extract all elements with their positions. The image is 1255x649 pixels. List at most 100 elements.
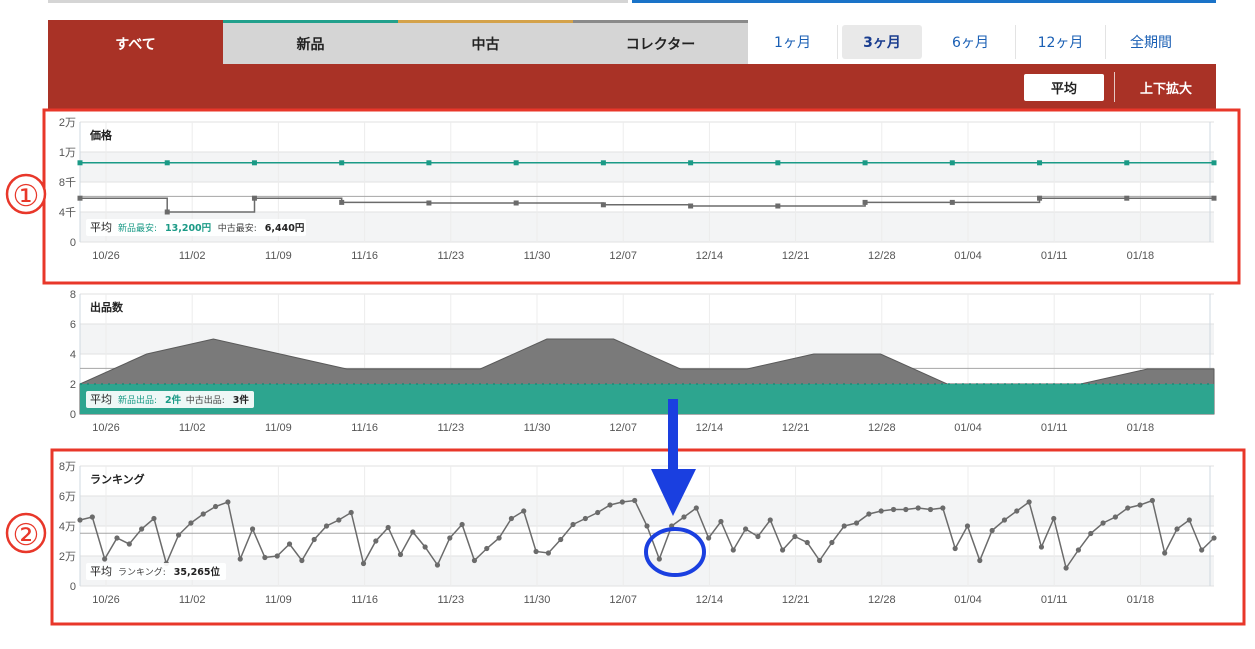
- data-point: [977, 557, 983, 564]
- data-point: [730, 547, 736, 553]
- x-tick-label: 01/11: [1041, 250, 1068, 262]
- x-tick-label: 11/02: [179, 594, 206, 606]
- x-tick-label: 01/04: [954, 250, 982, 262]
- x-tick-label: 11/02: [179, 250, 206, 262]
- x-tick-label: 11/16: [351, 594, 378, 606]
- data-point: [619, 499, 625, 505]
- data-point: [139, 526, 145, 532]
- data-point: [102, 556, 108, 562]
- y-tick-label: 4: [70, 349, 76, 361]
- data-point: [1186, 517, 1192, 523]
- data-point: [286, 541, 293, 547]
- data-point: [570, 521, 576, 528]
- data-point: [225, 499, 231, 505]
- data-point: [775, 203, 781, 209]
- data-point: [1211, 160, 1217, 166]
- data-point: [632, 497, 638, 504]
- data-point: [862, 199, 868, 205]
- data-point: [949, 160, 955, 166]
- average-legend-name: 新品最安:: [118, 222, 157, 234]
- x-tick-label: 11/16: [351, 250, 378, 262]
- data-point: [422, 544, 428, 550]
- x-tick-label: 11/23: [437, 250, 464, 262]
- data-point: [656, 556, 662, 562]
- y-tick-label: 2万: [59, 551, 76, 563]
- plot-band: [80, 122, 1214, 152]
- chart-title: ランキング: [90, 472, 145, 486]
- data-point: [767, 517, 773, 523]
- data-point: [339, 160, 345, 166]
- x-tick-label: 11/30: [524, 250, 551, 262]
- data-point: [853, 520, 860, 526]
- data-point: [77, 195, 83, 201]
- data-point: [804, 539, 810, 546]
- x-tick-label: 11/02: [179, 422, 206, 434]
- x-tick-label: 12/21: [782, 594, 810, 606]
- data-point: [533, 548, 539, 555]
- x-tick-label: 12/21: [782, 422, 810, 434]
- data-point: [718, 518, 724, 525]
- plot-band: [80, 182, 1214, 212]
- data-point: [1100, 520, 1106, 526]
- data-point: [792, 533, 798, 540]
- x-tick-label: 12/14: [696, 422, 724, 434]
- average-legend-value: 35,265位: [174, 566, 221, 578]
- x-tick-label: 11/09: [265, 250, 292, 262]
- chart-title: 出品数: [90, 300, 124, 314]
- data-point: [89, 514, 95, 520]
- data-point: [1211, 535, 1217, 541]
- data-point: [311, 536, 317, 543]
- data-point: [915, 505, 921, 511]
- data-point: [841, 523, 847, 529]
- data-point: [348, 509, 354, 516]
- data-point: [77, 517, 83, 523]
- data-point: [688, 203, 694, 209]
- data-point: [600, 202, 606, 208]
- plot-band: [80, 496, 1214, 526]
- x-tick-label: 10/26: [92, 594, 120, 606]
- data-point: [496, 535, 502, 541]
- data-point: [237, 556, 243, 562]
- x-tick-label: 11/30: [524, 422, 551, 434]
- data-point: [1037, 195, 1043, 201]
- data-point: [989, 527, 995, 534]
- data-point: [755, 533, 761, 540]
- data-point: [274, 553, 280, 559]
- y-tick-label: 2: [70, 379, 76, 391]
- x-tick-label: 01/04: [954, 594, 982, 606]
- ranking-chart: 8万 6万 4万 2万 0 10/26 11/02 11/09 11/16 11/23 11/30 1…: [59, 461, 1217, 606]
- data-point: [1014, 508, 1020, 514]
- x-tick-label: 10/26: [92, 250, 120, 262]
- data-point: [779, 547, 786, 553]
- x-tick-label: 11/09: [265, 594, 292, 606]
- data-point: [952, 545, 958, 552]
- x-tick-label: 12/28: [868, 250, 896, 262]
- x-tick-label: 01/18: [1127, 594, 1155, 606]
- data-point: [816, 557, 823, 564]
- price-chart: 2万 1万 8千 4千 0 10/26 11/02 11/09 11/16 11/23 11/30 1…: [59, 117, 1217, 262]
- x-tick-label: 12/14: [696, 250, 724, 262]
- data-point: [188, 520, 194, 526]
- x-tick-label: 12/07: [609, 422, 637, 434]
- y-tick-label: 0: [70, 409, 76, 421]
- data-point: [249, 526, 256, 532]
- x-tick-label: 12/14: [696, 594, 724, 606]
- listings-chart: 8 6 4 2 0 10/26 11/02 11/09 11/16 11/23 11/30 12/07…: [70, 289, 1215, 434]
- data-point: [1199, 547, 1205, 553]
- data-point: [829, 539, 835, 546]
- x-tick-label: 01/18: [1127, 422, 1155, 434]
- average-legend-name: 中古最安:: [218, 222, 257, 234]
- data-point: [1162, 550, 1168, 556]
- marker-2-label: ②: [13, 518, 40, 553]
- data-point: [336, 517, 342, 523]
- data-point: [251, 160, 257, 166]
- data-point: [1051, 515, 1057, 522]
- data-point: [521, 508, 527, 514]
- data-point: [706, 535, 712, 541]
- x-tick-label: 01/11: [1041, 594, 1068, 606]
- data-point: [949, 199, 955, 205]
- data-point: [1149, 497, 1155, 504]
- data-point: [866, 511, 872, 517]
- data-point: [600, 160, 606, 166]
- data-point: [890, 506, 897, 513]
